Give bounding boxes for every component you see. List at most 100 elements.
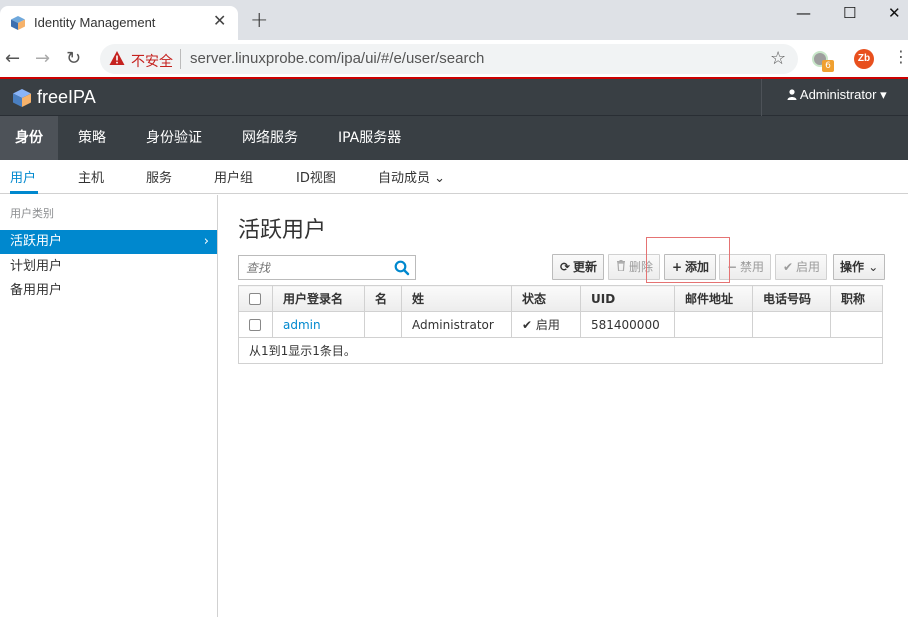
tab-services[interactable]: 服务 xyxy=(146,167,172,186)
nav-policy[interactable]: 策略 xyxy=(68,116,116,160)
disable-button[interactable]: − 禁用 xyxy=(719,254,772,280)
back-button[interactable]: ← xyxy=(5,48,20,69)
tab-users[interactable]: 用户 xyxy=(10,167,36,186)
minimize-button[interactable]: — xyxy=(796,4,811,22)
table-header-row: 用户登录名 名 姓 状态 UID 邮件地址 电话号码 职称 xyxy=(238,285,883,312)
active-tab-indicator xyxy=(10,191,38,194)
extension-badge: 6 xyxy=(822,60,834,72)
search-input[interactable] xyxy=(239,256,389,279)
user-login-link[interactable]: admin xyxy=(272,311,365,338)
tab-close-icon[interactable]: ✕ xyxy=(213,11,226,30)
pagination-summary: 从1到1显示1条目。 xyxy=(238,337,883,364)
users-table: 用户登录名 名 姓 状态 UID 邮件地址 电话号码 职称 admin Admi… xyxy=(238,285,883,364)
trash-icon xyxy=(615,255,627,279)
freeipa-favicon-icon xyxy=(11,16,25,30)
refresh-icon: ⟳ xyxy=(559,260,571,274)
bookmark-star-icon[interactable]: ☆ xyxy=(770,48,786,69)
forward-button[interactable]: → xyxy=(35,48,50,69)
select-all-checkbox[interactable] xyxy=(249,293,261,305)
delete-label: 删除 xyxy=(629,260,654,274)
refresh-button[interactable]: ⟳ 更新 xyxy=(552,254,605,280)
row-checkbox[interactable] xyxy=(249,319,261,331)
caret-down-icon: ▾ xyxy=(880,87,887,102)
address-bar[interactable]: 不安全 server.linuxprobe.com/ipa/ui/#/e/use… xyxy=(100,44,798,74)
add-button[interactable]: + 添加 xyxy=(664,254,717,280)
search-box xyxy=(238,255,416,280)
actions-dropdown[interactable]: 操作 ⌄ xyxy=(833,254,886,280)
user-icon xyxy=(787,89,797,100)
tab-user-groups[interactable]: 用户组 xyxy=(214,167,253,186)
sidebar-item-label: 计划用户 xyxy=(10,259,63,274)
primary-nav: 身份 策略 身份验证 网络服务 IPA服务器 xyxy=(0,116,908,160)
nav-identity[interactable]: 身份 xyxy=(0,116,58,160)
browser-toolbar: ← → ↻ 不安全 server.linuxprobe.com/ipa/ui/#… xyxy=(0,40,908,78)
column-header-last-name[interactable]: 姓 xyxy=(401,285,512,312)
sidebar: 用户类别 活跃用户 › 计划用户 备用用户 xyxy=(0,195,218,617)
plus-icon: + xyxy=(671,260,683,274)
search-icon[interactable] xyxy=(393,259,411,277)
status-cell: ✔ 启用 xyxy=(511,311,581,338)
chevron-right-icon: › xyxy=(203,234,209,249)
tab-title: Identity Management xyxy=(34,15,156,30)
freeipa-logo-icon xyxy=(13,89,31,107)
tab-hosts[interactable]: 主机 xyxy=(78,167,104,186)
sidebar-item-active-users[interactable]: 活跃用户 › xyxy=(0,230,217,254)
app-logo-text: freeIPA xyxy=(37,87,96,107)
page-title: 活跃用户 xyxy=(238,218,327,243)
tab-id-views[interactable]: ID视图 xyxy=(296,167,336,186)
sidebar-item-label: 活跃用户 xyxy=(10,234,63,249)
table-footer-row: 从1到1显示1条目。 xyxy=(238,337,883,364)
browser-menu-icon[interactable]: ⋮ xyxy=(893,47,908,66)
first-name-cell xyxy=(364,311,402,338)
close-window-button[interactable]: ✕ xyxy=(888,4,901,22)
last-name-cell: Administrator xyxy=(401,311,512,338)
profile-avatar[interactable]: Zb xyxy=(854,49,874,69)
url-divider xyxy=(180,49,181,69)
app-header: freeIPA Administrator ▾ xyxy=(0,79,908,116)
tab-automember[interactable]: 自动成员 ⌄ xyxy=(378,167,445,186)
email-cell xyxy=(674,311,753,338)
enable-button[interactable]: ✔ 启用 xyxy=(775,254,828,280)
nav-ipa-server[interactable]: IPA服务器 xyxy=(328,116,411,160)
check-icon: ✔ xyxy=(782,260,794,274)
column-header-email[interactable]: 邮件地址 xyxy=(674,285,753,312)
column-header-login[interactable]: 用户登录名 xyxy=(272,285,365,312)
browser-tab-strip: Identity Management ✕ + — ☐ ✕ xyxy=(0,0,908,40)
sidebar-item-label: 备用用户 xyxy=(10,283,63,298)
sidebar-item-preserved-users[interactable]: 备用用户 xyxy=(0,279,217,303)
reload-button[interactable]: ↻ xyxy=(66,48,81,69)
enable-label: 启用 xyxy=(796,260,821,274)
table-row: admin Administrator ✔ 启用 581400000 xyxy=(238,311,883,338)
column-header-uid[interactable]: UID xyxy=(580,285,675,312)
column-header-status[interactable]: 状态 xyxy=(511,285,581,312)
security-label: 不安全 xyxy=(131,54,173,70)
nav-authentication[interactable]: 身份验证 xyxy=(136,116,212,160)
browser-tab[interactable]: Identity Management ✕ xyxy=(0,6,238,40)
chevron-down-icon: ⌄ xyxy=(868,260,879,274)
sidebar-header: 用户类别 xyxy=(10,207,54,220)
warning-icon xyxy=(109,51,125,65)
column-header-phone[interactable]: 电话号码 xyxy=(752,285,831,312)
column-header-first-name[interactable]: 名 xyxy=(364,285,402,312)
actions-label: 操作 xyxy=(840,260,865,274)
maximize-button[interactable]: ☐ xyxy=(843,4,856,22)
new-tab-button[interactable]: + xyxy=(250,8,268,33)
minus-icon: − xyxy=(726,260,738,274)
secondary-nav: 用户 主机 服务 用户组 ID视图 自动成员 ⌄ xyxy=(0,160,908,194)
nav-network-services[interactable]: 网络服务 xyxy=(232,116,308,160)
job-title-cell xyxy=(830,311,883,338)
url-text[interactable]: server.linuxprobe.com/ipa/ui/#/e/user/se… xyxy=(190,50,484,67)
row-select-cell xyxy=(238,311,273,338)
column-header-job-title[interactable]: 职称 xyxy=(830,285,883,312)
disable-label: 禁用 xyxy=(740,260,765,274)
select-all-cell xyxy=(238,285,273,312)
user-menu[interactable]: Administrator ▾ xyxy=(787,87,887,103)
sidebar-item-stage-users[interactable]: 计划用户 xyxy=(0,255,217,279)
user-menu-label: Administrator xyxy=(799,87,877,102)
refresh-label: 更新 xyxy=(573,260,598,274)
phone-cell xyxy=(752,311,831,338)
add-label: 添加 xyxy=(685,260,710,274)
header-divider xyxy=(761,79,762,116)
uid-cell: 581400000 xyxy=(580,311,675,338)
delete-button[interactable]: 删除 xyxy=(608,254,661,280)
